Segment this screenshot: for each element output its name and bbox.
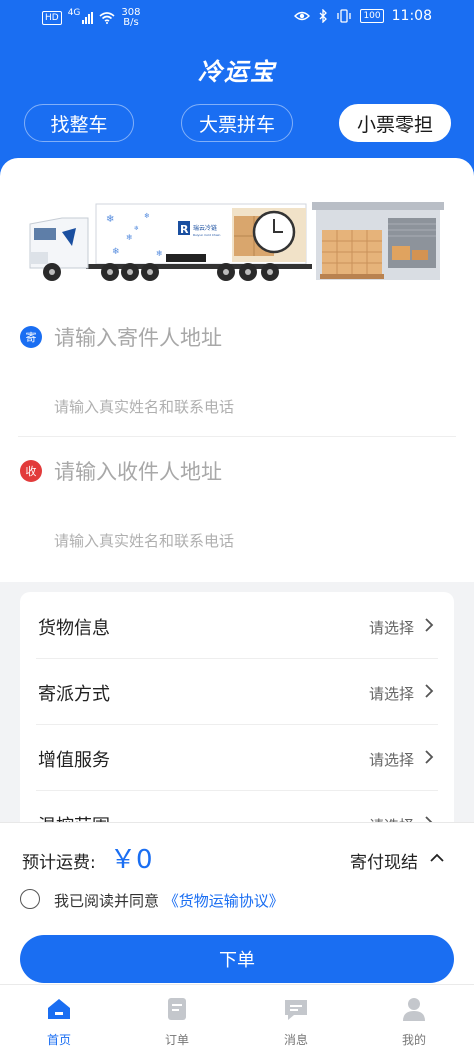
shipment-form: ❄ ❄ ❄ ❄ ❄ ❄ R 瑞云冷链 Ruiyun Cold Chain 寄 请… [0,158,474,582]
service-tabs: 找整车 大票拼车 小票零担 [0,104,474,144]
nav-label: 订单 [164,1033,189,1047]
nav-orders[interactable]: 订单 [137,995,217,1048]
payment-method-selector[interactable]: 寄付现结 [350,848,418,873]
sender-address-input[interactable]: 请输入寄件人地址 [54,322,222,352]
submit-order-button[interactable]: 下单 [20,935,454,983]
nav-label: 首页 [46,1033,71,1047]
tab-full-truck[interactable]: 找整车 [24,104,134,142]
bluetooth-icon [319,9,328,23]
fee-label: 预计运费: [22,853,96,873]
option-value-added-service[interactable]: 增值服务 请选择 [20,724,454,790]
chevron-right-icon [425,618,434,632]
option-value: 请选择 [368,751,414,769]
option-cargo-info[interactable]: 货物信息 请选择 [20,592,454,658]
app-title: 冷运宝 [198,58,276,86]
chevron-right-icon [425,684,434,698]
nav-messages[interactable]: 消息 [256,995,336,1048]
home-icon [48,999,70,1019]
sender-address-row[interactable]: 寄 请输入寄件人地址 请输入真实姓名和联系电话 [20,322,456,432]
nav-label: 我的 [401,1033,426,1047]
sender-badge: 寄 [20,326,42,348]
bottom-navigation: 首页 订单 消息 我的 [0,984,474,1053]
fee-value: ￥0 [110,845,153,875]
option-value: 请选择 [368,685,414,703]
network-speed: 308 B/s [121,7,141,28]
svg-text:❄: ❄ [134,225,139,232]
signal-icon [82,12,94,24]
svg-text:R: R [180,223,189,236]
brand-name: 瑞云冷链 [193,224,217,232]
wifi-icon [99,12,115,24]
option-label: 寄派方式 [38,684,110,705]
agreement-checkbox[interactable] [20,889,40,909]
divider [18,436,456,437]
tab-bulk-carpool[interactable]: 大票拼车 [181,104,293,142]
tab-small-ltl[interactable]: 小票零担 [339,104,451,142]
message-icon [285,1000,307,1020]
receiver-contact-input[interactable]: 请输入真实姓名和联系电话 [54,530,234,551]
eye-icon [294,11,311,21]
hd-badge: HD [42,11,62,25]
option-value: 请选择 [368,619,414,637]
svg-text:❄: ❄ [156,249,163,258]
svg-text:❄: ❄ [106,214,114,225]
sender-contact-input[interactable]: 请输入真实姓名和联系电话 [54,396,234,417]
receiver-badge: 收 [20,460,42,482]
nav-profile[interactable]: 我的 [374,995,454,1048]
nav-label: 消息 [283,1033,308,1047]
brand-subtitle: Ruiyun Cold Chain [193,233,221,237]
warehouse-illustration [312,202,444,280]
chevron-up-icon[interactable] [430,851,444,865]
order-summary-panel: 预计运费: ￥0 寄付现结 我已阅读并同意 《货物运输协议》 下单 [0,822,474,984]
svg-text:❄: ❄ [126,233,133,242]
nav-home[interactable]: 首页 [19,995,99,1048]
option-label: 货物信息 [38,618,110,639]
banner-illustration: ❄ ❄ ❄ ❄ ❄ ❄ R 瑞云冷链 Ruiyun Cold Chain [26,188,446,288]
option-delivery-method[interactable]: 寄派方式 请选择 [20,658,454,724]
truck-illustration: ❄ ❄ ❄ ❄ ❄ ❄ R 瑞云冷链 Ruiyun Cold Chain [29,202,444,281]
chevron-right-icon [425,750,434,764]
svg-text:❄: ❄ [144,212,150,220]
svg-text:❄: ❄ [112,247,120,257]
network-gen-label: 4G [67,8,81,18]
agreement-label: 我已阅读并同意 [54,892,160,910]
option-label: 增值服务 [38,750,110,771]
shipment-options-card: 货物信息 请选择 寄派方式 请选择 增值服务 请选择 温控范围 请选择 [20,592,454,842]
receiver-address-input[interactable]: 请输入收件人地址 [54,456,222,486]
order-icon [168,998,186,1020]
vibrate-icon [337,9,352,23]
agreement-text: 我已阅读并同意 《货物运输协议》 [54,890,284,911]
status-bar: HD 4G 308 B/s 100 11:08 [0,0,474,36]
receiver-address-row[interactable]: 收 请输入收件人地址 请输入真实姓名和联系电话 [20,456,456,566]
profile-icon [403,998,425,1021]
clock: 11:08 [391,8,432,24]
agreement-link[interactable]: 《货物运输协议》 [164,892,284,910]
battery-icon: 100 [360,9,384,23]
